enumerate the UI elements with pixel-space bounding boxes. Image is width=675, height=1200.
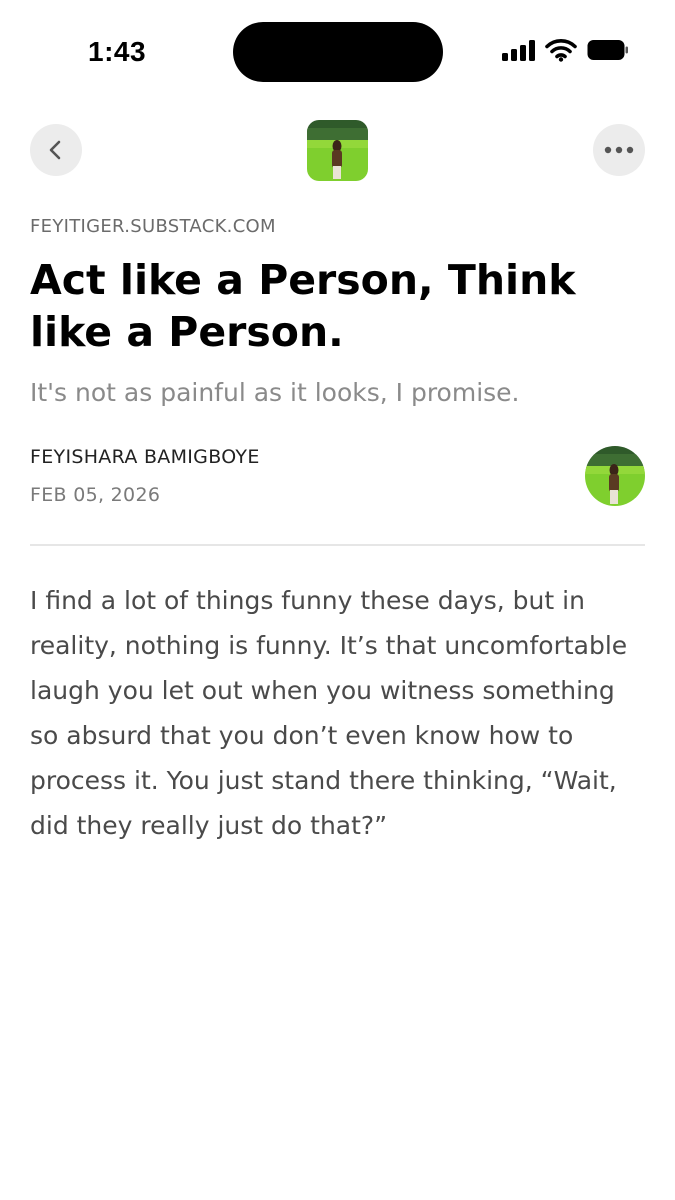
signal-icon xyxy=(502,39,535,61)
publication-logo[interactable] xyxy=(307,120,368,181)
status-bar: 1:43 xyxy=(0,0,675,100)
post-subtitle: It's not as painful as it looks, I promi… xyxy=(30,378,520,407)
post-date: FEB 05, 2026 xyxy=(30,484,161,506)
publication-logo-image xyxy=(307,120,368,181)
back-button[interactable] xyxy=(30,124,82,176)
wifi-icon xyxy=(545,39,577,62)
author-avatar[interactable] xyxy=(585,446,645,506)
post-title: Act like a Person, Think like a Person. xyxy=(30,256,576,356)
header-divider xyxy=(30,544,645,546)
author-avatar-image xyxy=(585,446,645,506)
publication-domain[interactable]: FEYITIGER.SUBSTACK.COM xyxy=(30,216,276,237)
post-body-paragraph: I find a lot of things funny these days,… xyxy=(30,586,628,840)
status-icons xyxy=(502,38,629,62)
battery-icon xyxy=(587,40,628,60)
dynamic-island xyxy=(233,22,443,82)
chevron-left-icon xyxy=(49,140,61,160)
more-options-button[interactable] xyxy=(593,124,645,176)
ellipsis-icon xyxy=(604,146,634,154)
top-nav xyxy=(0,118,675,182)
status-time: 1:43 xyxy=(88,36,147,67)
author-name[interactable]: FEYISHARA BAMIGBOYE xyxy=(30,446,260,468)
